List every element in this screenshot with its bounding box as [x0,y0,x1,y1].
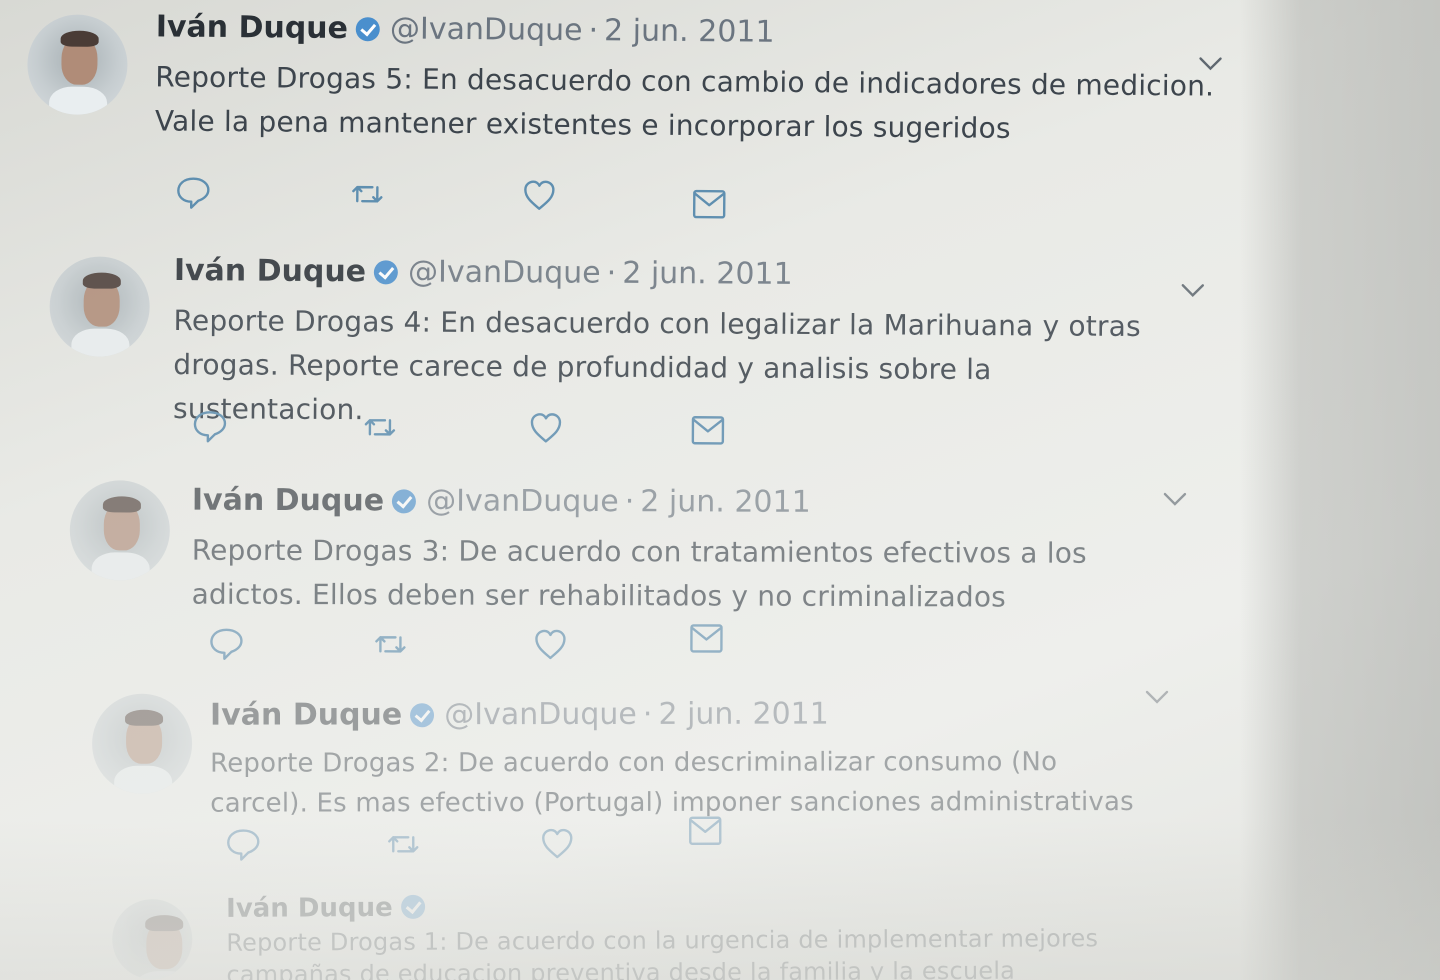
meta-separator: · [588,13,599,49]
tweet-item[interactable]: Iván Duque @IvanDuque · 2 jun. 2011 Reporte… [0,0,1440,243]
tweet-header: Iván Duque @IvanDuque · 2 jun. 2011 [174,253,1234,295]
verified-badge-icon [400,894,425,919]
retweet-icon[interactable] [361,408,399,446]
photographed-screen: Iván Duque @IvanDuque · 2 jun. 2011 Reporte… [0,0,1440,980]
reply-icon[interactable] [191,407,229,445]
tweet-text: Reporte Drogas 1: De acuerdo con la urge… [226,924,1099,980]
reply-icon[interactable] [224,826,262,864]
message-icon[interactable] [687,618,725,656]
verified-badge-icon [392,489,417,514]
verified-badge-icon [374,260,399,285]
verified-badge-icon [355,17,381,42]
meta-separator: · [606,255,617,291]
meta-separator: · [642,696,653,732]
retweet-icon[interactable] [348,175,386,213]
avatar[interactable] [49,256,150,357]
like-icon[interactable] [538,825,576,863]
tweet-item[interactable]: Iván Duque @IvanDuque · 2 jun. 2011 Reporte… [0,250,1440,489]
like-icon[interactable] [520,177,558,215]
tweet-text: Reporte Drogas 5: En desacuerdo con camb… [154,60,1215,145]
message-icon[interactable] [686,811,724,849]
tweet-item[interactable]: Iván Duque @IvanDuque · 2 jun. 2011 Reporte… [0,478,1440,713]
reply-icon[interactable] [174,174,212,212]
tweet-date[interactable]: 2 jun. 2011 [604,13,775,49]
reply-icon[interactable] [207,625,245,663]
avatar[interactable] [27,14,128,116]
retweet-icon[interactable] [384,825,422,863]
retweet-icon[interactable] [371,625,409,663]
verified-badge-icon [410,703,435,728]
author-handle[interactable]: @IvanDuque [408,254,601,290]
tweet-text: Reporte Drogas 2: De acuerdo con descrim… [210,747,1134,819]
message-icon[interactable] [690,184,728,222]
author-handle[interactable]: @IvanDuque [390,11,583,48]
tweet-header: Iván Duque @IvanDuque · 2 jun. 2011 [192,483,1252,523]
like-icon[interactable] [531,626,569,664]
author-name[interactable]: Iván Duque [192,483,384,519]
meta-separator: · [624,484,635,520]
tweet-header: Iván Duque @IvanDuque · 2 jun. 2011 [210,696,1270,734]
avatar[interactable] [69,480,170,581]
tweet-date[interactable]: 2 jun. 2011 [640,484,811,520]
tweet-date[interactable]: 2 jun. 2011 [658,697,828,732]
tweet-text: Reporte Drogas 3: De acuerdo con tratami… [191,533,1087,614]
author-name[interactable]: Iván Duque [174,253,366,289]
chevron-down-icon[interactable] [1197,54,1223,72]
author-handle[interactable]: @IvanDuque [444,697,637,732]
chevron-down-icon[interactable] [1180,281,1206,299]
tweet-date[interactable]: 2 jun. 2011 [622,256,793,292]
like-icon[interactable] [527,409,565,447]
tweet-item[interactable]: Iván Duque Reporte Drogas 1: De acuerdo … [0,880,1440,980]
author-name[interactable]: Iván Duque [226,893,393,924]
author-handle[interactable]: @IvanDuque [426,483,619,519]
chevron-down-icon[interactable] [1144,688,1170,706]
author-name[interactable]: Iván Duque [210,697,402,732]
message-icon[interactable] [689,410,727,448]
avatar[interactable] [92,693,193,794]
chevron-down-icon[interactable] [1162,490,1188,508]
tweet-header: Iván Duque [226,887,1286,925]
author-name[interactable]: Iván Duque [156,9,349,46]
tweet-header: Iván Duque @IvanDuque · 2 jun. 2011 [156,9,1216,54]
avatar[interactable] [112,898,193,980]
